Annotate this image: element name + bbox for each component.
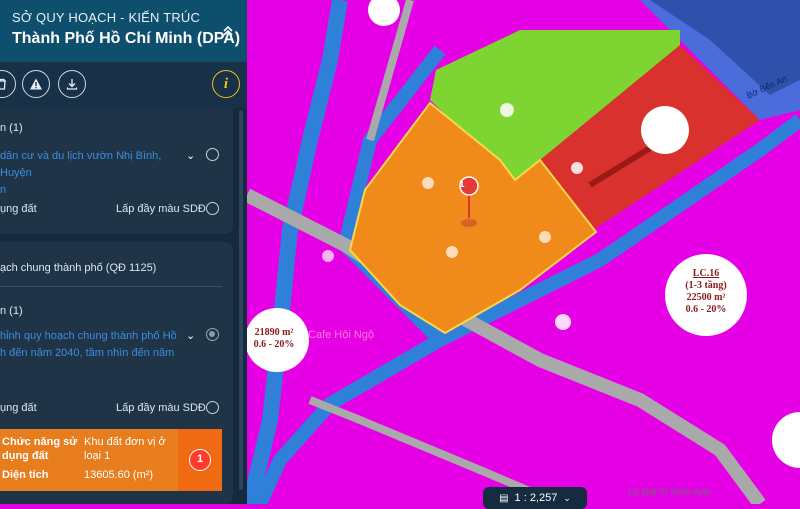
plot-symbol (322, 250, 334, 262)
info-icon[interactable]: i (212, 70, 240, 98)
plot-symbol (500, 103, 514, 117)
query-result-row[interactable]: Chức năng sử dụng đất Khu đất đơn vị ở l… (0, 429, 222, 491)
divider (0, 286, 222, 287)
plot-label-circle (641, 106, 689, 154)
toolbar: i (0, 62, 247, 108)
org-name: SỞ QUY HOẠCH - KIẾN TRÚC (12, 10, 201, 25)
func-label-1: Chức năng sử (2, 436, 78, 448)
road-name-lo-bai: Lô Bài Tr Kinh Anh (628, 487, 711, 498)
layer-card-2-radio[interactable] (206, 328, 219, 341)
warning-icon[interactable] (22, 70, 50, 98)
layer-card-1: n (1) dân cư và du lịch vườn Nhị Bình, H… (0, 108, 233, 234)
city-name: Thành Phố Hồ Chí Minh (DPA) (12, 30, 241, 47)
layer-card-1-item-cont: n (0, 184, 7, 196)
download-icon[interactable] (58, 70, 86, 98)
plot-symbol (555, 314, 571, 330)
side-panel: SỞ QUY HOẠCH - KIẾN TRÚC Thành Phố Hồ Ch… (0, 0, 247, 504)
area-label: Diện tích (2, 469, 49, 481)
plot-symbol (446, 246, 458, 258)
area-value: 13605.60 (m²) (84, 469, 154, 481)
chevron-down-icon: ⌄ (563, 492, 571, 503)
layer-card-2-item-line2: h đến năm 2040, tầm nhìn đến năm (0, 347, 175, 359)
func-value-1: Khu đất đơn vị ở (84, 436, 166, 448)
scale-text: 1 : 2,257 (514, 492, 558, 504)
layer-card-1-radio[interactable] (206, 148, 219, 161)
scrollbar[interactable] (239, 110, 243, 490)
layers-icon: ▤ (499, 492, 509, 504)
layer-card-1-landuse-label: ụng đất (0, 203, 37, 215)
result-badge[interactable]: 1 (189, 449, 211, 471)
plot-symbol (539, 231, 551, 243)
panel-header: SỞ QUY HOẠCH - KIẾN TRÚC Thành Phố Hồ Ch… (0, 0, 247, 62)
chevron-down-icon[interactable]: ⌄ (186, 149, 195, 162)
poi-cafe[interactable]: Cafe Hội Ngộ (308, 329, 374, 341)
lc16-area: 22500 m² (686, 292, 726, 303)
collapse-icon[interactable] (217, 20, 239, 42)
scale-indicator[interactable]: ▤ 1 : 2,257 ⌄ (483, 487, 587, 509)
left-plot-area: 21890 m² (254, 327, 294, 338)
lc16-floors: (1-3 tầng) (685, 280, 727, 291)
marker-number: 1 (459, 179, 465, 190)
layer-card-2-section: ạch chung thành phố (QĐ 1125) (0, 262, 157, 274)
result-badge-box: 1 (178, 429, 222, 491)
lc16-code: LC.16 (692, 268, 720, 279)
lc16-label: LC.16 (1-3 tầng) 22500 m² 0.6 - 20% (664, 268, 748, 316)
layer-card-2-item[interactable]: hỉnh quy hoạch chung thành phố Hồ h đến … (0, 328, 184, 362)
lc16-ratio: 0.6 - 20% (685, 304, 727, 315)
plot-symbol (571, 162, 583, 174)
layer-card-2-heading: n (1) (0, 305, 23, 317)
layer-card-2-item-line1: hỉnh quy hoạch chung thành phố Hồ (0, 330, 177, 342)
func-label-2: dụng đất (2, 450, 49, 462)
plot-symbol (422, 177, 434, 189)
layer-card-2-fill-label: Lấp đầy màu SDĐ (116, 402, 206, 414)
layer-card-1-fill-label: Lấp đầy màu SDĐ (116, 203, 206, 215)
func-value-2: loại 1 (84, 450, 111, 462)
layer-card-2-fill-radio[interactable] (206, 401, 219, 414)
layer-card-1-item-text: dân cư và du lịch vườn Nhị Bình, Huyện (0, 150, 162, 179)
layer-card-2-landuse-label: ụng đất (0, 402, 37, 414)
left-plot-ratio: 0.6 - 20% (253, 339, 295, 350)
chevron-down-icon[interactable]: ⌄ (186, 329, 195, 342)
trash-icon[interactable] (0, 70, 16, 98)
layer-card-1-fill-radio[interactable] (206, 202, 219, 215)
layer-card-1-item[interactable]: dân cư và du lịch vườn Nhị Bình, Huyện n (0, 148, 184, 199)
layer-card-1-heading: n (1) (0, 122, 23, 134)
left-plot-label: 21890 m² 0.6 - 20% (247, 327, 301, 351)
